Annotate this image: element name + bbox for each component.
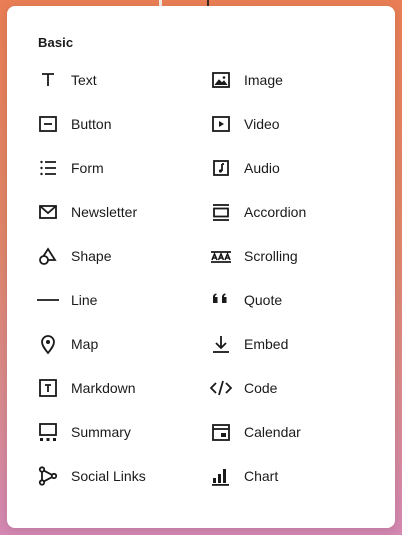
markdown-icon [37, 377, 59, 399]
block-item-calendar[interactable]: Calendar [207, 414, 380, 450]
block-item-label: Text [71, 72, 97, 88]
block-item-audio[interactable]: Audio [207, 150, 380, 186]
block-item-markdown[interactable]: Markdown [34, 370, 207, 406]
block-item-line[interactable]: Line [34, 282, 207, 318]
block-item-code[interactable]: Code [207, 370, 380, 406]
block-item-summary[interactable]: Summary [34, 414, 207, 450]
block-item-label: Newsletter [71, 204, 138, 220]
block-item-label: Code [244, 380, 278, 396]
block-item-shape[interactable]: Shape [34, 238, 207, 274]
line-icon [37, 289, 59, 311]
block-item-map[interactable]: Map [34, 326, 207, 362]
block-item-label: Chart [244, 468, 279, 484]
block-item-label: Audio [244, 160, 280, 176]
text-icon [37, 69, 59, 91]
code-icon [210, 377, 232, 399]
social-links-icon [37, 465, 59, 487]
block-item-label: Image [244, 72, 283, 88]
block-item-button[interactable]: Button [34, 106, 207, 142]
block-item-video[interactable]: Video [207, 106, 380, 142]
block-item-label: Scrolling [244, 248, 298, 264]
calendar-icon [210, 421, 232, 443]
block-item-label: Quote [244, 292, 283, 308]
quote-icon [210, 289, 232, 311]
block-item-label: Shape [71, 248, 112, 264]
summary-icon [37, 421, 59, 443]
image-icon [210, 69, 232, 91]
embed-icon [210, 333, 232, 355]
block-item-scrolling[interactable]: Scrolling [207, 238, 380, 274]
accordion-icon [210, 201, 232, 223]
block-item-label: Accordion [244, 204, 307, 220]
button-icon [37, 113, 59, 135]
audio-icon [210, 157, 232, 179]
block-item-label: Video [244, 116, 280, 132]
section-title: Basic [38, 35, 74, 50]
block-item-embed[interactable]: Embed [207, 326, 380, 362]
block-item-label: Markdown [71, 380, 136, 396]
form-icon [37, 157, 59, 179]
block-item-accordion[interactable]: Accordion [207, 194, 380, 230]
block-item-label: Summary [71, 424, 131, 440]
block-item-label: Form [71, 160, 104, 176]
block-item-social-links[interactable]: Social Links [34, 458, 207, 494]
scrolling-icon [210, 245, 232, 267]
video-icon [210, 113, 232, 135]
block-item-label: Button [71, 116, 112, 132]
block-item-text[interactable]: Text [34, 62, 207, 98]
block-item-chart[interactable]: Chart [207, 458, 380, 494]
block-item-quote[interactable]: Quote [207, 282, 380, 318]
block-grid: Text Image Button Video Form Audio Newsl… [34, 62, 384, 502]
block-item-label: Line [71, 292, 98, 308]
block-item-newsletter[interactable]: Newsletter [34, 194, 207, 230]
block-item-label: Social Links [71, 468, 146, 484]
chart-icon [210, 465, 232, 487]
block-item-form[interactable]: Form [34, 150, 207, 186]
block-picker-panel: Basic Text Image Button Video Form Audio… [7, 6, 395, 528]
newsletter-icon [37, 201, 59, 223]
block-item-label: Embed [244, 336, 289, 352]
shape-icon [37, 245, 59, 267]
block-item-label: Map [71, 336, 99, 352]
block-item-label: Calendar [244, 424, 301, 440]
block-item-image[interactable]: Image [207, 62, 380, 98]
map-pin-icon [37, 333, 59, 355]
